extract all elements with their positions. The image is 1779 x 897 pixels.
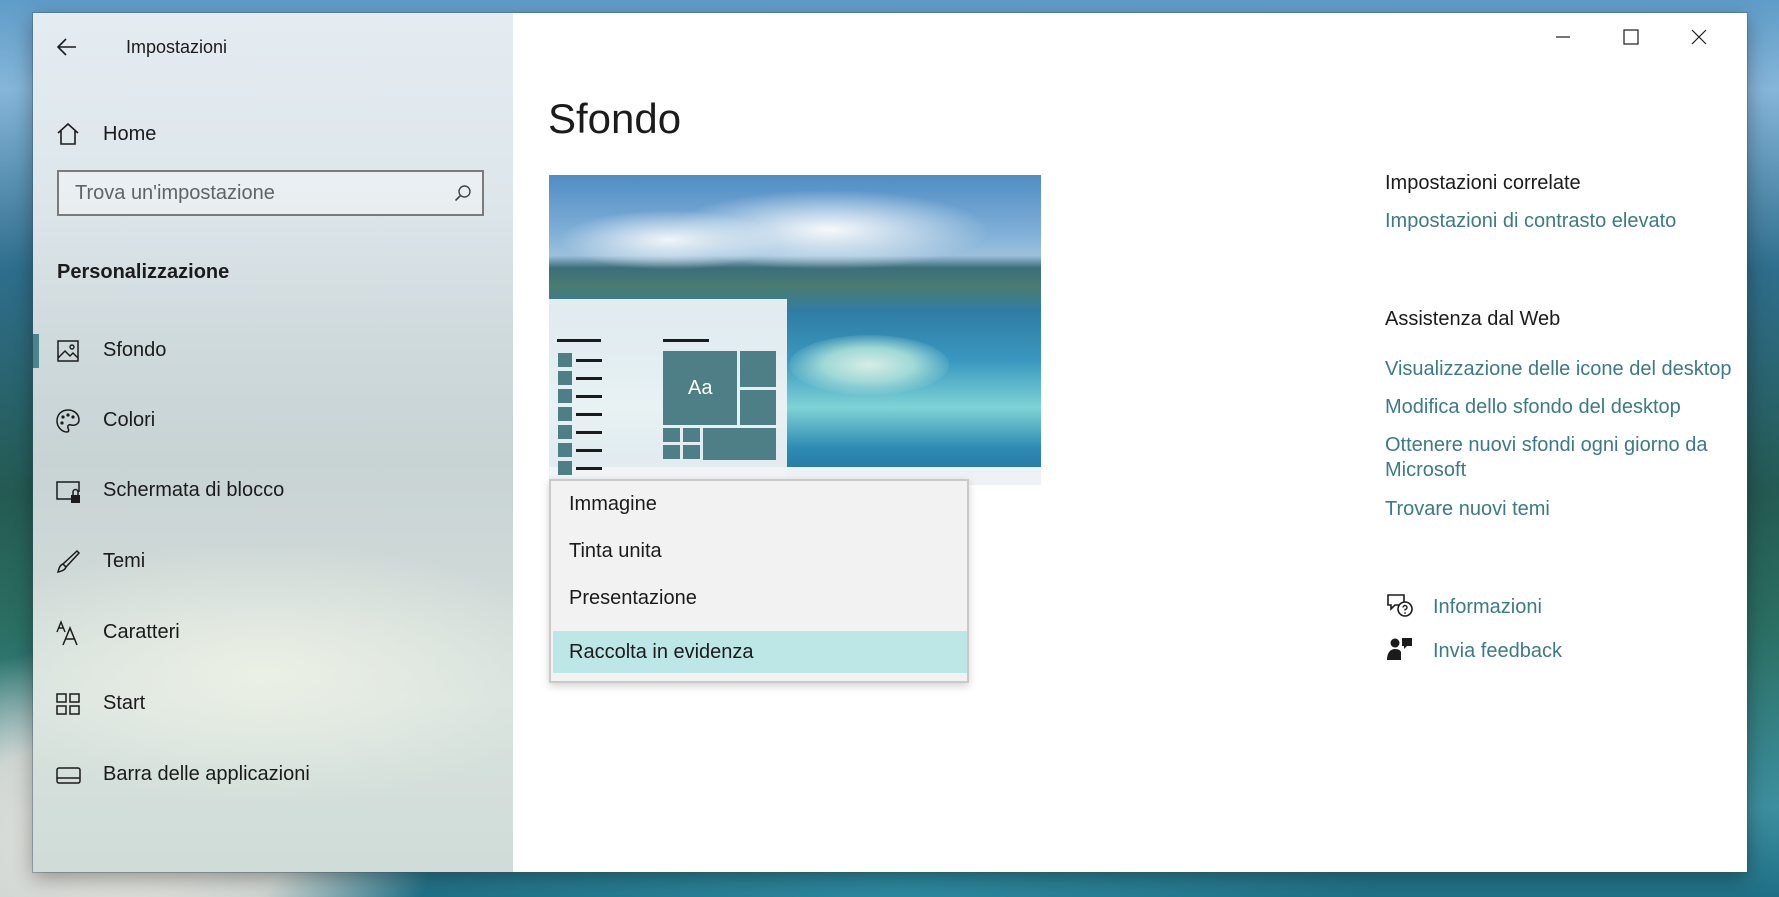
dropdown-option-raccolta-in-evidenza[interactable]: Raccolta in evidenza	[553, 631, 967, 673]
minimize-button[interactable]	[1529, 13, 1597, 61]
image-icon	[55, 338, 81, 364]
taskbar-icon	[55, 762, 81, 788]
start-grid-icon	[55, 691, 81, 717]
search-box[interactable]	[57, 170, 484, 216]
selection-indicator	[33, 334, 39, 368]
feedback-link[interactable]: Invia feedback	[1385, 635, 1562, 668]
info-label: Informazioni	[1433, 595, 1542, 618]
brush-icon	[55, 549, 81, 575]
close-button[interactable]	[1665, 13, 1733, 61]
sidebar-item-label: Colori	[103, 408, 156, 431]
sidebar-item-label: Caratteri	[103, 620, 180, 643]
chat-question-icon	[1385, 591, 1413, 624]
feedback-icon	[1385, 635, 1413, 668]
minimize-icon	[1556, 36, 1570, 38]
search-input[interactable]	[75, 172, 445, 214]
settings-window: Impostazioni Home Personalizzazione Sfon…	[33, 13, 1747, 872]
dropdown-option-presentazione[interactable]: Presentazione	[553, 577, 967, 619]
home-icon	[57, 122, 79, 145]
maximize-button[interactable]	[1597, 13, 1665, 61]
high-contrast-link[interactable]: Impostazioni di contrasto elevato	[1385, 209, 1676, 234]
sidebar-item-colori[interactable]: Colori	[33, 393, 513, 447]
sidebar-item-barra-delle-applicazioni[interactable]: Barra delle applicazioni	[33, 747, 513, 801]
sidebar-item-label: Barra delle applicazioni	[103, 762, 310, 785]
sidebar-item-start[interactable]: Start	[33, 676, 513, 730]
related-settings-heading: Impostazioni correlate	[1385, 172, 1581, 194]
arrow-left-icon	[57, 38, 76, 56]
home-nav-item[interactable]: Home	[55, 118, 156, 150]
sidebar-item-schermata-di-blocco[interactable]: Schermata di blocco	[33, 463, 513, 517]
background-type-dropdown[interactable]: Immagine Tinta unita Presentazione Racco…	[549, 479, 969, 683]
dropdown-option-immagine[interactable]: Immagine	[553, 483, 967, 525]
font-icon	[55, 620, 81, 646]
dropdown-option-tinta-unita[interactable]: Tinta unita	[553, 530, 967, 572]
daily-wallpapers-link[interactable]: Ottenere nuovi sfondi ogni giorno da Mic…	[1385, 433, 1745, 483]
desktop-icons-link[interactable]: Visualizzazione delle icone del desktop	[1385, 357, 1745, 382]
feedback-label: Invia feedback	[1433, 639, 1562, 662]
info-link[interactable]: Informazioni	[1385, 591, 1542, 624]
sidebar: Impostazioni Home Personalizzazione Sfon…	[33, 13, 513, 872]
preview-window-mock: Aa	[549, 299, 787, 485]
web-help-heading: Assistenza dal Web	[1385, 308, 1561, 330]
close-icon	[1691, 29, 1707, 45]
section-title: Personalizzazione	[57, 261, 230, 283]
sidebar-item-caratteri[interactable]: Caratteri	[33, 605, 513, 659]
preview-island	[789, 335, 949, 395]
window-title: Impostazioni	[126, 37, 228, 57]
sidebar-item-label: Start	[103, 691, 146, 714]
search-icon[interactable]	[454, 184, 472, 207]
sidebar-item-label: Sfondo	[103, 338, 167, 361]
sidebar-item-sfondo[interactable]: Sfondo	[33, 323, 513, 377]
background-preview: Aa	[549, 175, 1041, 485]
maximize-icon	[1623, 29, 1639, 45]
home-label: Home	[103, 122, 157, 145]
lock-screen-icon	[55, 478, 81, 504]
find-themes-link[interactable]: Trovare nuovi temi	[1385, 497, 1550, 522]
preview-tile-text: Aa	[688, 377, 713, 399]
change-wallpaper-link[interactable]: Modifica dello sfondo del desktop	[1385, 395, 1745, 420]
page-title: Sfondo	[548, 95, 682, 142]
sidebar-item-label: Schermata di blocco	[103, 478, 285, 501]
back-button[interactable]	[53, 33, 81, 61]
palette-icon	[55, 408, 81, 434]
sidebar-item-label: Temi	[103, 549, 146, 572]
sidebar-item-temi[interactable]: Temi	[33, 534, 513, 588]
